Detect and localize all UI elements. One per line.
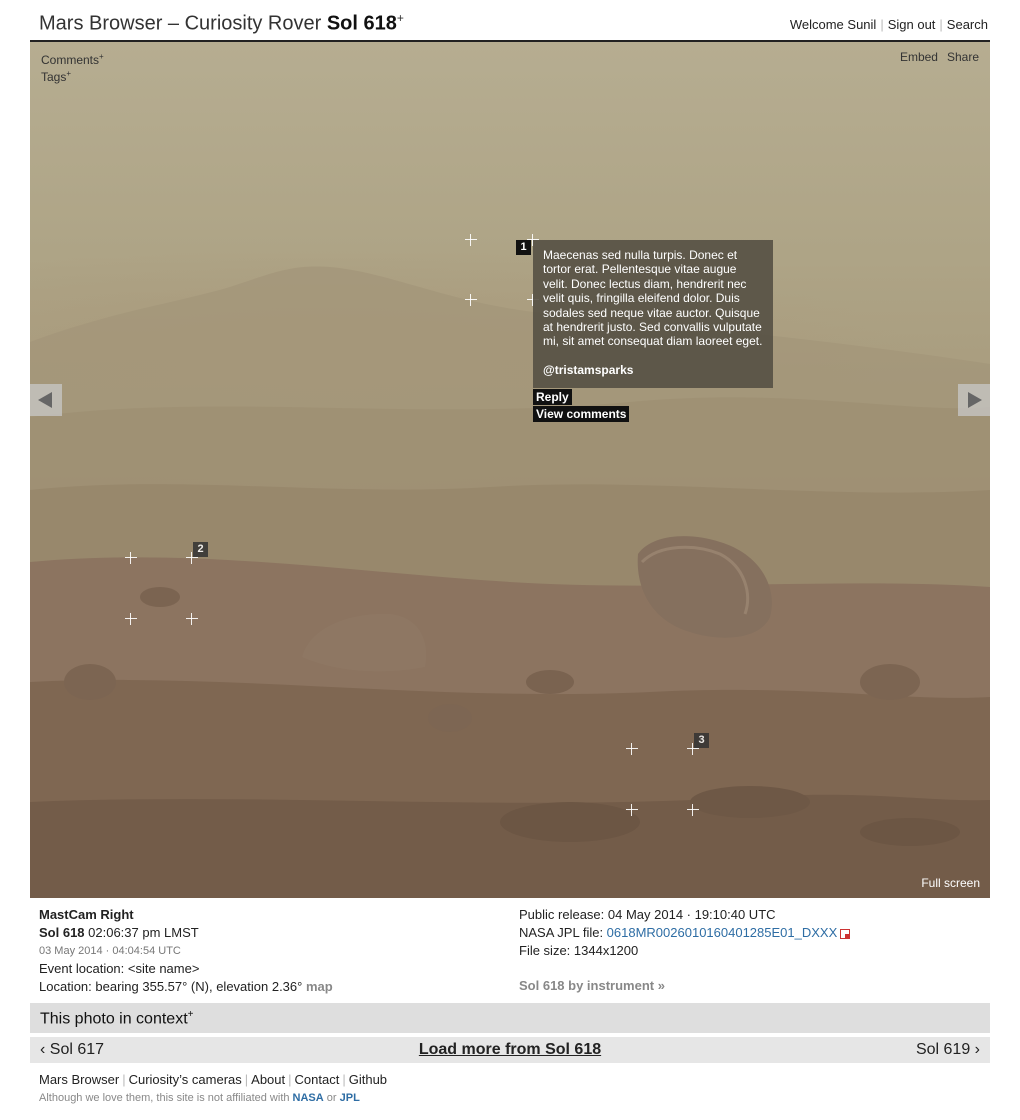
annotation-marker-2[interactable]: 2: [193, 542, 208, 557]
context-plus: +: [187, 1009, 194, 1020]
photo-context-toggle[interactable]: This photo in context+: [30, 1003, 990, 1033]
search-link[interactable]: Search: [947, 17, 988, 32]
footer-link-cameras[interactable]: Curiosity’s cameras: [129, 1072, 242, 1087]
title-prefix: Mars Browser – Curiosity Rover: [39, 12, 327, 35]
tags-toggle[interactable]: Tags+: [41, 67, 104, 84]
photo-left-links: Comments+ Tags+: [41, 50, 104, 84]
footer-links: Mars Browser | Curiosity’s cameras | About | C…: [39, 1072, 387, 1087]
sign-out-link[interactable]: Sign out: [888, 17, 936, 32]
nav-separator: |: [939, 17, 943, 32]
public-release: Public release: 04 May 2014 · 19:10:40 U…: [519, 907, 776, 922]
affiliation-or: or: [323, 1092, 340, 1104]
jpl-file-label: NASA JPL file:: [519, 925, 607, 940]
previous-photo-arrow[interactable]: [30, 384, 62, 416]
footer-separator: |: [122, 1072, 126, 1087]
previous-sol-link[interactable]: ‹ Sol 617: [40, 1041, 104, 1059]
annotation-marker-3[interactable]: 3: [694, 733, 709, 748]
terrain-illustration: [30, 266, 990, 898]
earth-date: 03 May 2014 · 04:04:54 UTC: [39, 945, 181, 957]
share-link[interactable]: Share: [947, 50, 979, 64]
title-sol-more[interactable]: +: [397, 11, 404, 25]
comment-text: Maecenas sed nulla turpis. Donec et tort…: [543, 248, 763, 349]
file-size: File size: 1344x1200: [519, 943, 639, 958]
sol-time-value: 02:06:37 pm LMST: [84, 925, 199, 940]
location-line: Location: bearing 355.57° (N), elevation…: [39, 978, 333, 996]
annotation-2-corner-tl: [125, 552, 137, 564]
comments-label: Comments: [41, 53, 100, 67]
annotation-1-corner-tl: [465, 234, 477, 246]
page-title: Mars Browser – Curiosity Rover Sol 618+: [39, 11, 404, 36]
footer-link-about[interactable]: About: [251, 1072, 285, 1087]
footer-separator: |: [244, 1072, 249, 1087]
annotation-3-corner-bl: [626, 804, 638, 816]
embed-link[interactable]: Embed: [900, 50, 938, 64]
nav-separator: |: [880, 17, 884, 32]
annotation-2-corner-br: [186, 613, 198, 625]
top-nav: Welcome Sunil | Sign out | Search: [790, 17, 988, 32]
next-photo-arrow[interactable]: [958, 384, 990, 416]
load-more-link[interactable]: Load more from Sol 618: [30, 1041, 990, 1059]
sol-pager: Load more from Sol 618 ‹ Sol 617 Sol 619…: [30, 1037, 990, 1063]
view-comments-button[interactable]: View comments: [533, 406, 630, 422]
annotation-1-corner-bl: [465, 294, 477, 306]
comments-toggle[interactable]: Comments+: [41, 50, 104, 67]
sol-by-instrument-link[interactable]: Sol 618 by instrument: [519, 978, 654, 993]
site-header: Mars Browser – Curiosity Rover Sol 618+ …: [30, 0, 990, 42]
event-location: Event location: <site name>: [39, 961, 200, 976]
footer-link-github[interactable]: Github: [349, 1072, 387, 1087]
map-link[interactable]: map: [306, 979, 333, 994]
by-instrument-arrow: »: [657, 978, 665, 993]
jpl-file-link[interactable]: 0618MR0026010160401285E01_DXXX: [607, 925, 838, 940]
affiliation-text: Although we love them, this site is not …: [39, 1092, 293, 1104]
footer-separator: |: [288, 1072, 292, 1087]
sol-label: Sol 618: [39, 925, 85, 940]
annotation-marker-1[interactable]: 1: [516, 240, 531, 255]
annotation-comment-box: Maecenas sed nulla turpis. Donec et tort…: [533, 240, 773, 388]
annotation-3-corner-tl: [626, 743, 638, 755]
tags-label: Tags: [41, 70, 67, 84]
nasa-link[interactable]: NASA: [293, 1092, 324, 1104]
photo-metadata-left: MastCam Right Sol 618 02:06:37 pm LMST 0…: [39, 906, 333, 996]
annotation-2-corner-bl: [125, 613, 137, 625]
comments-plus: +: [99, 52, 104, 61]
location-text: Location: bearing 355.57° (N), elevation…: [39, 979, 303, 994]
affiliation-note: Although we love them, this site is not …: [39, 1092, 360, 1104]
footer-separator: |: [342, 1072, 346, 1087]
jpl-link[interactable]: JPL: [340, 1092, 360, 1104]
footer-link-contact[interactable]: Contact: [295, 1072, 340, 1087]
full-screen-link[interactable]: Full screen: [921, 876, 980, 890]
title-sol[interactable]: Sol 618: [327, 13, 397, 35]
reply-button[interactable]: Reply: [533, 389, 572, 405]
welcome-user-link[interactable]: Welcome Sunil: [790, 17, 876, 32]
context-label: This photo in context: [40, 1010, 188, 1028]
external-link-icon[interactable]: [840, 928, 851, 939]
photo-metadata-right: Public release: 04 May 2014 · 19:10:40 U…: [519, 906, 851, 995]
photo-right-links: Embed Share: [900, 50, 979, 64]
mars-photo[interactable]: Comments+ Tags+ Embed Share 1 Maecenas se…: [30, 42, 990, 898]
jpl-file-line: NASA JPL file: 0618MR0026010160401285E01…: [519, 924, 851, 942]
by-instrument-line: Sol 618 by instrument »: [519, 977, 850, 995]
next-sol-link[interactable]: Sol 619 ›: [916, 1041, 980, 1059]
annotation-3-corner-br: [687, 804, 699, 816]
comment-author[interactable]: @tristamsparks: [543, 363, 763, 377]
tags-plus: +: [66, 69, 72, 78]
sol-time: Sol 618 02:06:37 pm LMST: [39, 924, 333, 942]
footer-link-mars-browser[interactable]: Mars Browser: [39, 1072, 119, 1087]
instrument-name: MastCam Right: [39, 907, 134, 922]
